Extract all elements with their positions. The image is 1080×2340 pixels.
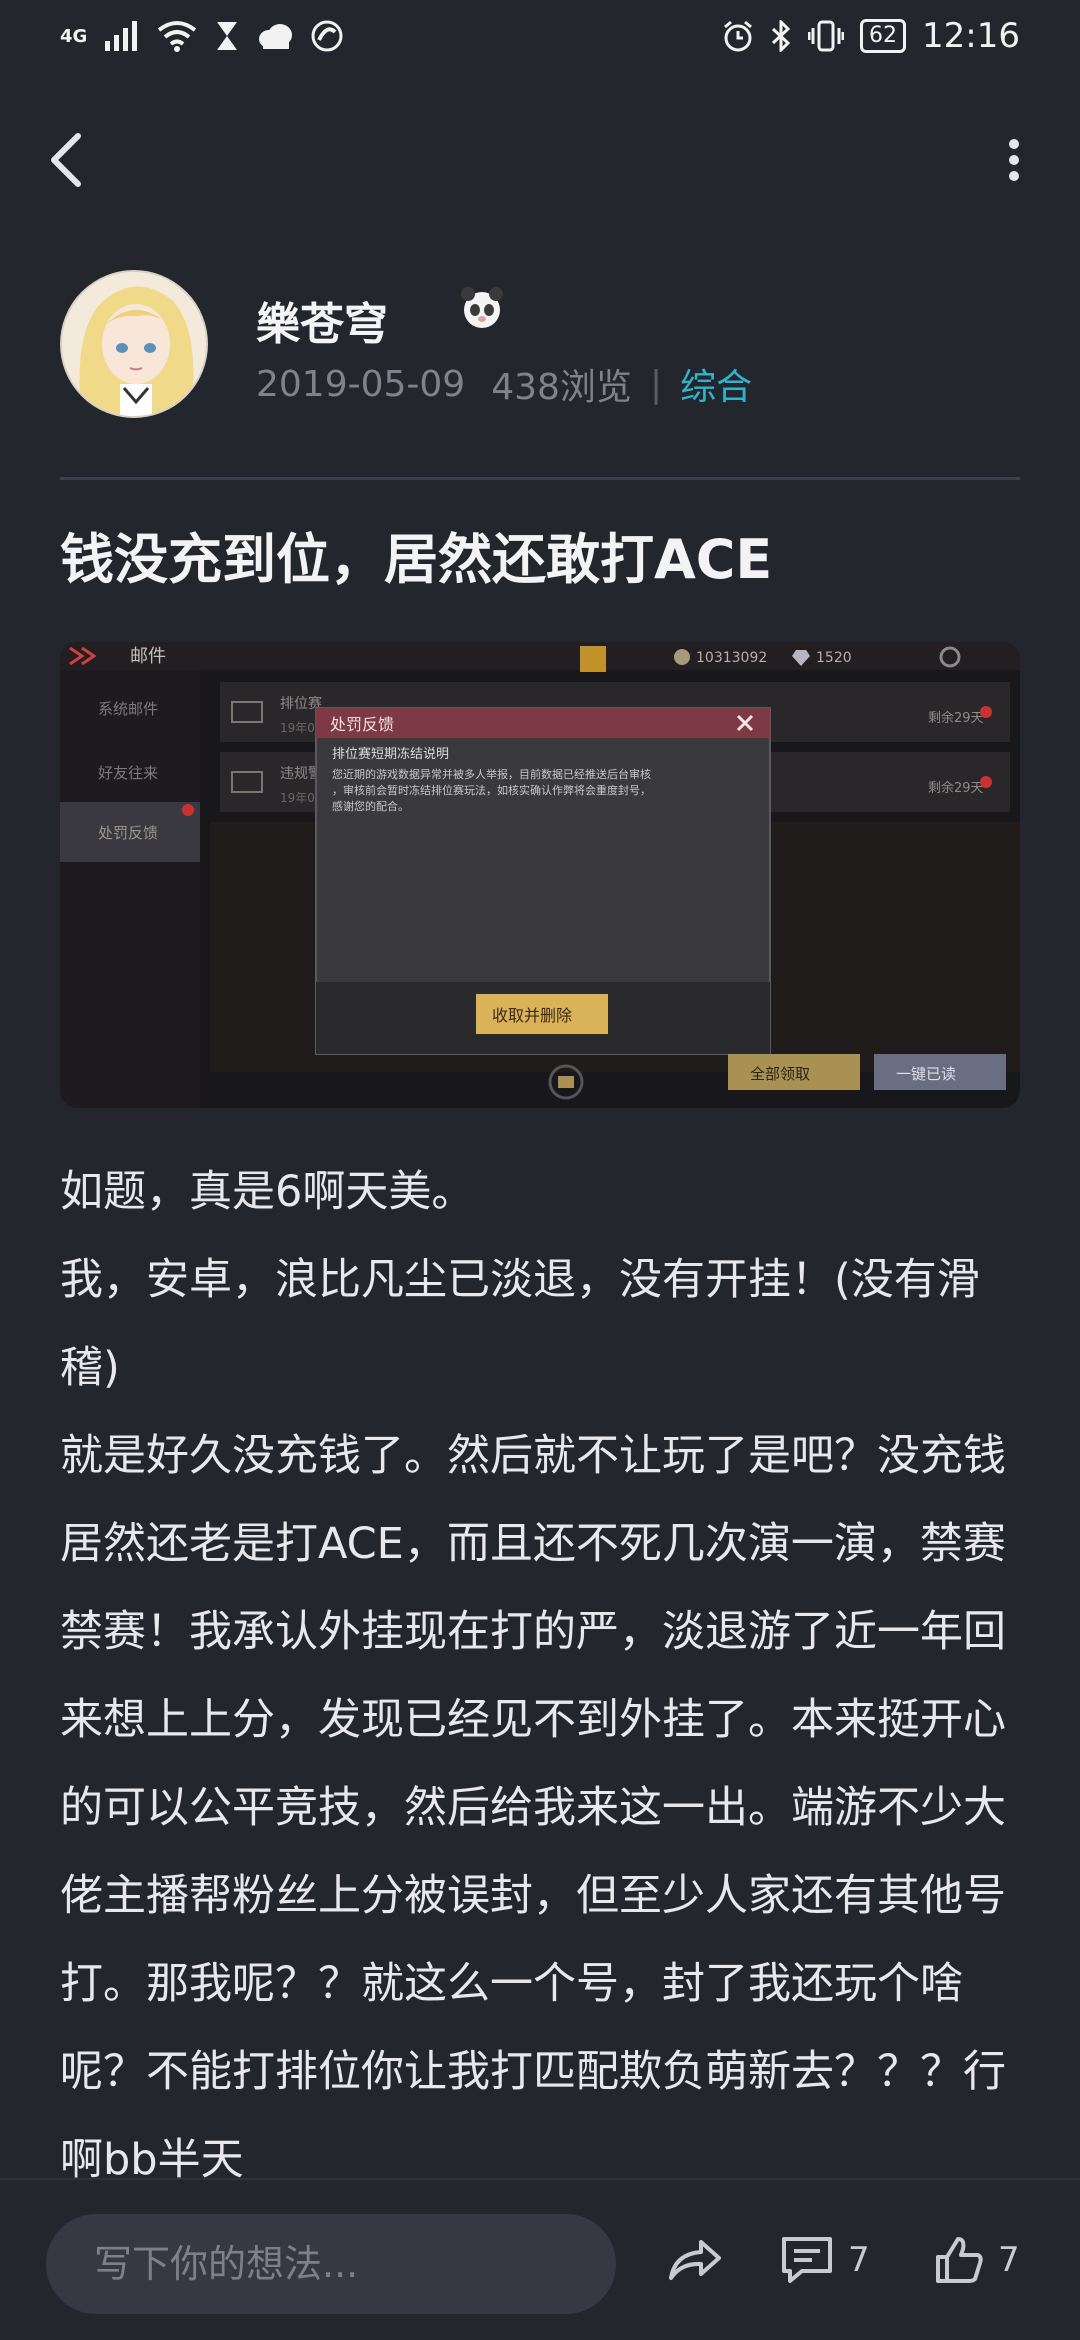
share-button[interactable]	[660, 2220, 730, 2300]
comment-icon	[782, 2237, 832, 2283]
avatar[interactable]	[60, 270, 208, 418]
avatar-image	[62, 272, 206, 416]
share-icon	[669, 2240, 721, 2280]
game-sidebar-item-2: 好友往来	[98, 764, 158, 782]
dialog-button: 收取并删除	[492, 1006, 572, 1025]
like-button[interactable]: 7	[934, 2220, 1020, 2300]
treasure-icon	[580, 646, 606, 672]
divider	[60, 477, 1020, 480]
more-vertical-icon	[1009, 139, 1019, 181]
battery-indicator: 62	[860, 19, 907, 53]
coin-icon	[674, 649, 690, 665]
sync-circle-icon	[311, 20, 343, 52]
top-nav	[0, 110, 1080, 210]
post-date: 2019-05-09	[256, 363, 466, 405]
mail-item-date: 19年0	[280, 721, 315, 735]
dialog-subject: 排位赛短期冻结说明	[332, 746, 449, 762]
mail-item-date: 19年0	[280, 791, 315, 805]
game-coins: 10313092	[696, 650, 767, 666]
comment-count: 7	[848, 2240, 870, 2280]
view-count: 438浏览	[491, 367, 632, 408]
thumbs-up-icon	[936, 2237, 983, 2283]
author-name[interactable]: 樂苍穹	[256, 288, 388, 352]
panda-badge-icon	[461, 287, 503, 328]
back-button[interactable]	[36, 130, 96, 190]
meta-separator: |	[649, 363, 663, 405]
status-left: 4G	[60, 20, 343, 52]
mail-item-remain: 剩余29天	[928, 780, 984, 796]
read-all-button: 一键已读	[896, 1065, 956, 1083]
signal-icon	[105, 21, 138, 51]
back-arrow-icon	[51, 133, 81, 187]
mail-item-remain: 剩余29天	[928, 710, 984, 726]
post-body: 如题，真是6啊天美。 我，安卓，浪比凡尘已淡退，没有开挂！(没有滑稽) 就是好久…	[60, 1148, 1020, 2204]
author-header: 樂苍穹 2019-05-09 438浏览 | 综合	[60, 270, 1020, 420]
post-paragraph: 就是好久没充钱了。然后就不让玩了是吧？没充钱居然还老是打ACE，而且还不死几次演…	[60, 1431, 1006, 2185]
status-bar: 4G 62 12:16	[0, 0, 1080, 72]
comment-button[interactable]: 7	[780, 2220, 870, 2300]
post-meta: 2019-05-09 438浏览 | 综合	[256, 358, 752, 410]
more-options-button[interactable]	[984, 130, 1044, 190]
game-tab-title: 邮件	[130, 646, 166, 667]
game-mail-screenshot: 邮件 10313092 1520 系统邮件 好友往来 处罚反馈 排位赛 19年0…	[60, 642, 1020, 1108]
game-diamonds: 1520	[816, 650, 852, 666]
clock: 12:16	[922, 16, 1020, 56]
bottom-bar: 写下你的想法... 7 7	[0, 2178, 1080, 2340]
dialog-line: ，审核前会暂时冻结排位赛玩法，如核实确认作弊将会重度封号，	[332, 783, 651, 797]
dialog-line: 感谢您的配合。	[332, 799, 409, 813]
bluetooth-icon	[771, 20, 791, 52]
comment-input[interactable]: 写下你的想法...	[46, 2214, 616, 2314]
dialog-title: 处罚反馈	[330, 715, 394, 734]
post-image[interactable]: 邮件 10313092 1520 系统邮件 好友往来 处罚反馈 排位赛 19年0…	[60, 642, 1020, 1108]
post-paragraph: 如题，真是6啊天美。	[60, 1167, 475, 1217]
cloud-icon	[259, 24, 293, 49]
network-type: 4G	[60, 25, 88, 47]
vibrate-icon	[808, 20, 845, 52]
game-sidebar-item-3: 处罚反馈	[98, 824, 158, 842]
post-title: 钱没充到位，居然还敢打ACE	[60, 528, 773, 591]
post-paragraph: 我，安卓，浪比凡尘已淡退，没有开挂！(没有滑稽)	[60, 1255, 980, 1393]
collect-all-button: 全部领取	[750, 1065, 810, 1083]
hourglass-icon	[217, 22, 238, 50]
status-right: 62 12:16	[722, 16, 1020, 56]
game-sidebar-item-1: 系统邮件	[98, 700, 158, 718]
dialog-line: 您近期的游戏数据异常并被多人举报，目前数据已经推送后台审核	[332, 767, 651, 781]
alarm-icon	[724, 20, 752, 52]
wifi-icon	[158, 21, 197, 52]
like-count: 7	[998, 2240, 1020, 2280]
category-tag[interactable]: 综合	[680, 358, 752, 410]
